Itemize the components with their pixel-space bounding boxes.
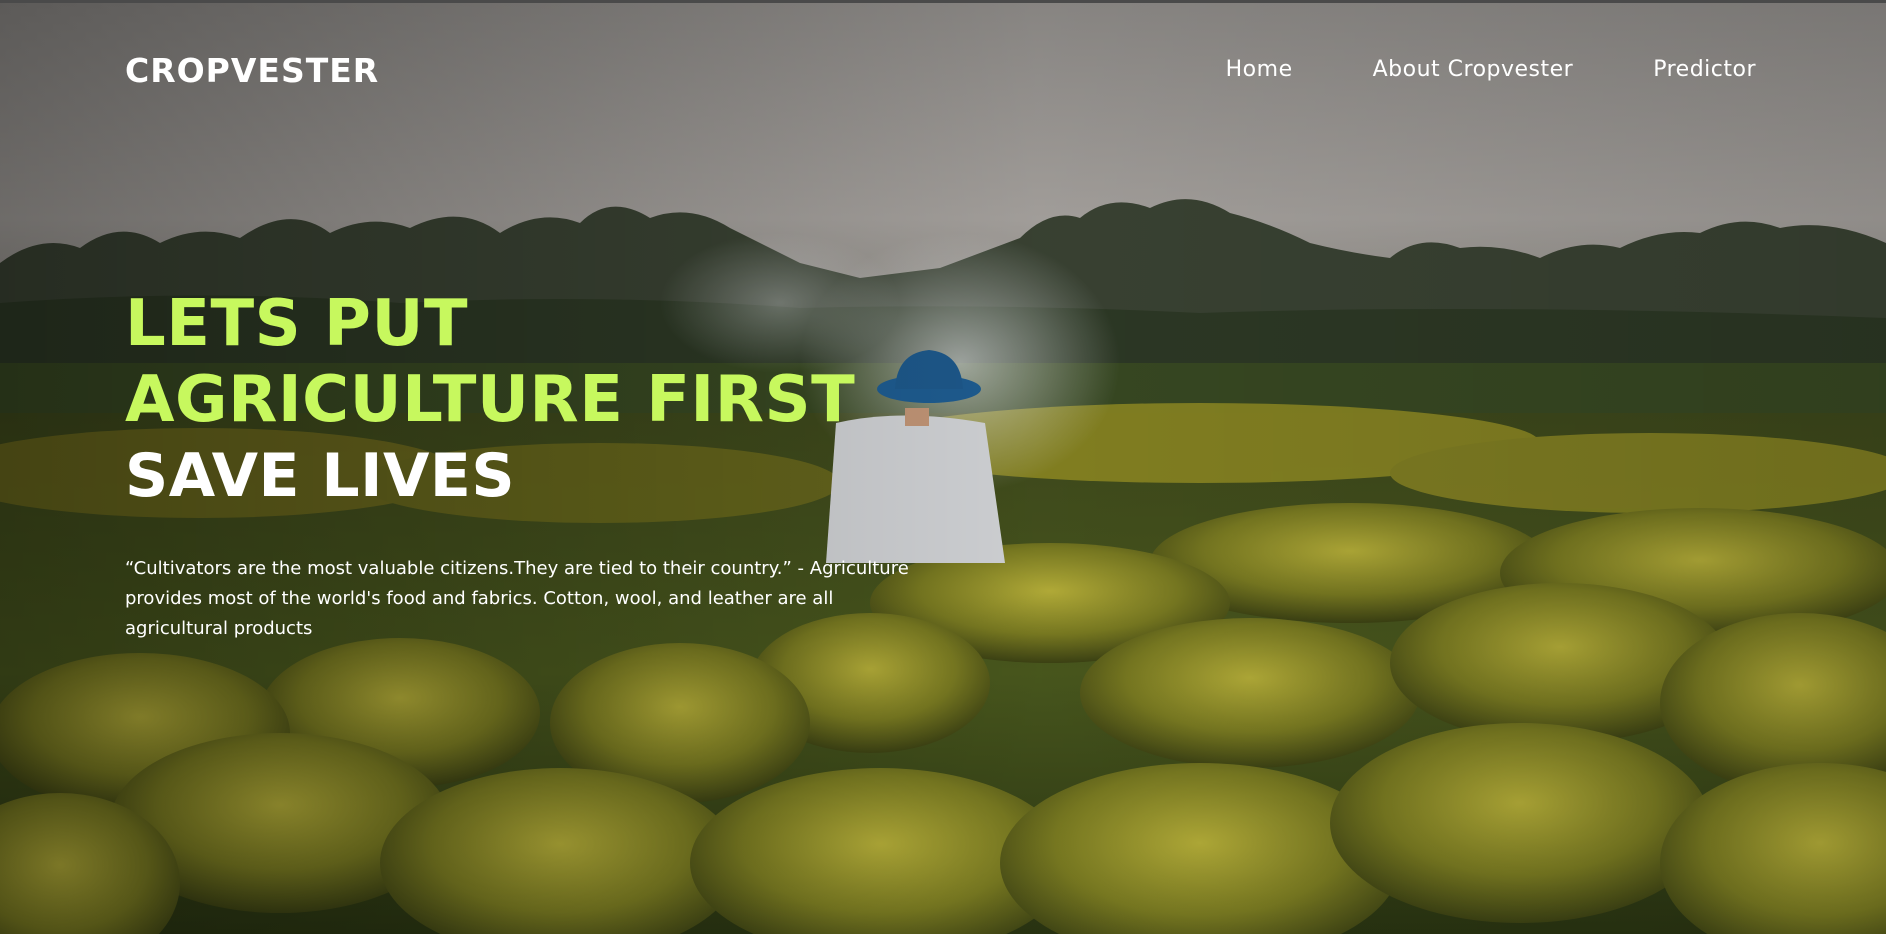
headline-line-2: AGRICULTURE FIRST <box>125 363 856 437</box>
headline-line-1: LETS PUT <box>125 287 469 361</box>
brand-logo[interactable]: CROPVESTER <box>125 51 379 90</box>
hero-quote: “Cultivators are the most valuable citiz… <box>125 554 925 644</box>
hero-section: CROPVESTER Home About Cropvester Predict… <box>0 3 1886 934</box>
headline-line-3: SAVE LIVES <box>125 441 516 511</box>
nav-home-link[interactable]: Home <box>1226 57 1293 82</box>
hero-headline: LETS PUT AGRICULTURE FIRST SAVE LIVES <box>125 286 855 514</box>
nav-about-link[interactable]: About Cropvester <box>1373 57 1574 82</box>
quote-text: “Cultivators are the most valuable citiz… <box>125 558 805 579</box>
main-nav: Home About Cropvester Predictor <box>1226 57 1756 82</box>
nav-predictor-link[interactable]: Predictor <box>1653 57 1756 82</box>
